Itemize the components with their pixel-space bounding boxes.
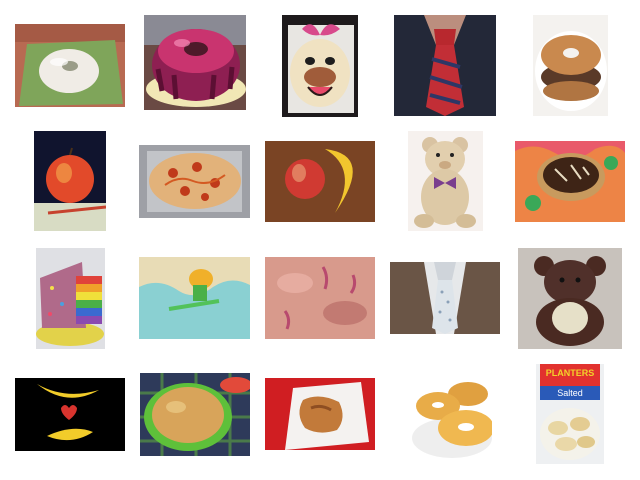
- banana-chips-icon: PLANTERS Salted: [536, 364, 604, 464]
- pizza-icon: [139, 145, 250, 218]
- thumbnail-glazed-donut[interactable]: [15, 24, 125, 107]
- donut-sandwich-icon: [533, 15, 608, 116]
- thumbnail-necktie[interactable]: [394, 15, 496, 116]
- thumbnail-polka-dot-tie[interactable]: [390, 262, 500, 334]
- cartoon-face-cake-icon: [282, 15, 358, 117]
- can-label-brand: PLANTERS: [546, 368, 595, 378]
- glazed-donut-icon: [15, 24, 125, 107]
- thumbnail-glazed-donuts[interactable]: [412, 378, 492, 464]
- thumbnail-frosted-cake[interactable]: [139, 257, 250, 339]
- glazed-donuts-icon: [412, 378, 492, 464]
- thumbnail-pink-cake-closeup[interactable]: [265, 257, 375, 339]
- thumbnail-pizza[interactable]: [139, 145, 250, 218]
- thumbnail-apple[interactable]: [34, 131, 106, 231]
- bundt-cake-icon: [144, 15, 246, 110]
- pastry-on-napkin-icon: [265, 378, 375, 450]
- rainbow-cake-icon: [36, 248, 105, 349]
- thumbnail-bundt-cake[interactable]: [144, 15, 246, 110]
- upside-down-cake-icon: [140, 373, 250, 456]
- bananas-heart-icon: [15, 378, 125, 451]
- polka-dot-tie-icon: [390, 262, 500, 334]
- apple-and-banana-icon: [265, 141, 375, 222]
- frosted-cake-icon: [139, 257, 250, 339]
- knitted-bear-icon: [518, 248, 622, 349]
- thumbnail-bananas-heart[interactable]: [15, 378, 125, 451]
- apple-icon: [34, 131, 106, 231]
- teddy-bear-icon: [408, 131, 483, 231]
- thumbnail-rainbow-cake[interactable]: [36, 248, 105, 349]
- chocolate-pastry-icon: [515, 141, 625, 222]
- thumbnail-apple-and-banana[interactable]: [265, 141, 375, 222]
- thumbnail-banana-chips[interactable]: PLANTERS Salted: [536, 364, 604, 464]
- necktie-icon: [394, 15, 496, 116]
- thumbnail-chocolate-pastry[interactable]: [515, 141, 625, 222]
- thumbnail-knitted-bear[interactable]: [518, 248, 622, 349]
- thumbnail-cartoon-face-cake[interactable]: [282, 15, 358, 117]
- pink-cake-closeup-icon: [265, 257, 375, 339]
- thumbnail-pastry-on-napkin[interactable]: [265, 378, 375, 450]
- thumbnail-upside-down-cake[interactable]: [140, 373, 250, 456]
- thumbnail-donut-sandwich[interactable]: [533, 15, 608, 116]
- thumbnail-teddy-bear[interactable]: [408, 131, 483, 231]
- can-label-variant: Salted: [557, 388, 583, 398]
